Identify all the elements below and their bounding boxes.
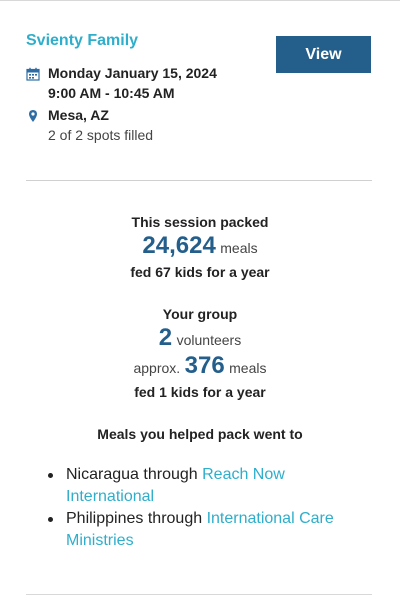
destination-item: Philippines through International Care M…	[48, 508, 358, 552]
map-pin-icon	[26, 109, 40, 123]
top-border	[0, 0, 400, 1]
session-meals-unit: meals	[220, 240, 258, 256]
group-meals-unit: meals	[229, 360, 267, 376]
group-meals-count: 376	[184, 352, 225, 379]
group-volunteers-count: 2	[158, 324, 173, 351]
event-time: 9:00 AM - 10:45 AM	[48, 85, 175, 101]
event-location: Mesa, AZ	[48, 107, 109, 123]
spots-filled: 2 of 2 spots filled	[48, 127, 154, 143]
group-approx-label: approx.	[133, 360, 181, 376]
bullet	[48, 473, 53, 478]
session-meals: 24,624 meals	[0, 232, 400, 260]
destinations-list: Nicaragua through Reach Now Internationa…	[48, 464, 358, 552]
event-date: Monday January 15, 2024	[48, 65, 217, 81]
destination-through: through	[143, 466, 198, 483]
bullet	[48, 517, 53, 522]
destination-country: Philippines	[66, 510, 144, 527]
divider	[26, 180, 372, 181]
group-volunteers: 2 volunteers	[0, 324, 400, 352]
destination-through: through	[147, 510, 203, 527]
group-fed: fed 1 kids for a year	[134, 384, 266, 400]
group-meals: approx. 376 meals	[0, 352, 400, 380]
session-meals-count: 24,624	[142, 232, 216, 259]
destinations-heading: Meals you helped pack went to	[97, 426, 303, 442]
event-title: Svienty Family	[26, 32, 139, 49]
bottom-border	[26, 594, 372, 595]
session-fed: fed 67 kids for a year	[130, 264, 270, 280]
view-button[interactable]: View	[276, 36, 371, 73]
destination-country: Nicaragua	[66, 466, 139, 483]
group-volunteers-unit: volunteers	[176, 332, 242, 348]
group-heading: Your group	[162, 306, 238, 322]
calendar-icon	[26, 67, 40, 81]
destination-item: Nicaragua through Reach Now Internationa…	[48, 464, 358, 508]
session-heading: This session packed	[131, 214, 269, 230]
